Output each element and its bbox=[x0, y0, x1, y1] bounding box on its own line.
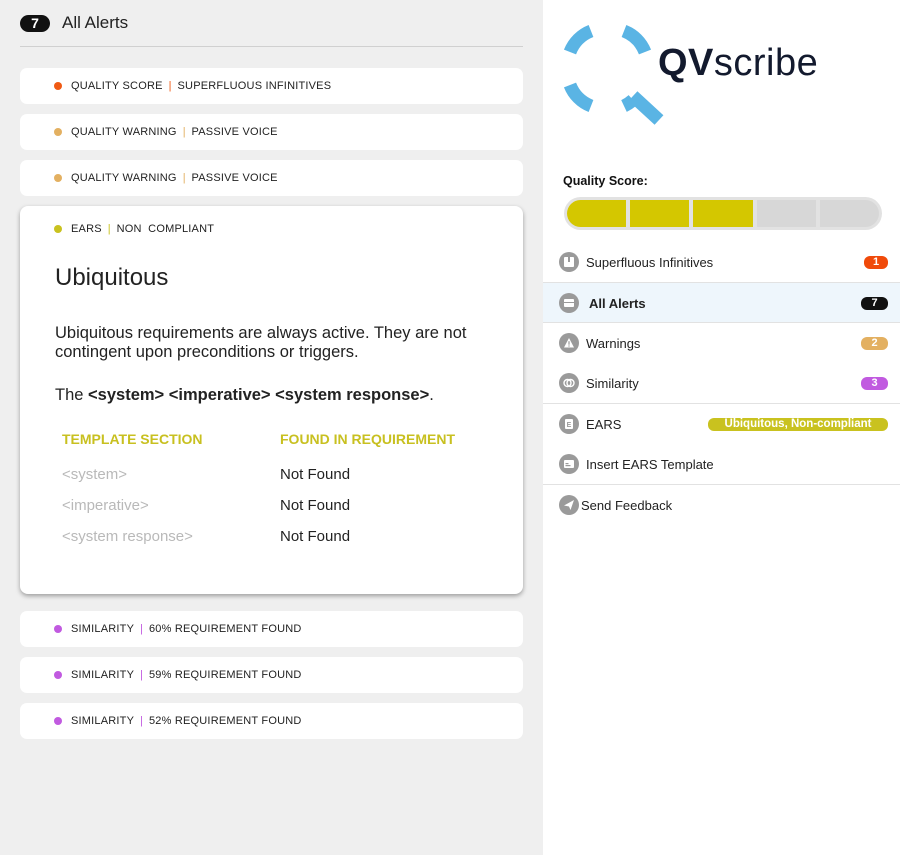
alert-category: QUALITY WARNING bbox=[71, 172, 177, 184]
alert-category: SIMILARITY bbox=[71, 715, 135, 727]
quality-segment-filled bbox=[693, 200, 753, 227]
svg-text:E: E bbox=[567, 422, 572, 429]
alert-detail: 52% REQUIREMENT FOUND bbox=[148, 715, 302, 727]
pattern-prefix: The bbox=[55, 386, 89, 404]
pattern-suffix: . bbox=[429, 386, 434, 404]
alert-card[interactable]: QUALITY WARNING | PASSIVE VOICE bbox=[20, 160, 523, 196]
document-icon bbox=[559, 252, 579, 272]
alert-detail: NON COMPLIANT bbox=[116, 223, 215, 235]
sidebar-item-label: Warnings bbox=[586, 335, 641, 351]
separator: | bbox=[107, 223, 111, 235]
alert-card[interactable]: SIMILARITY | 52% REQUIREMENT FOUND bbox=[20, 703, 523, 739]
inbox-icon bbox=[559, 293, 579, 313]
alert-category: EARS bbox=[71, 223, 102, 235]
similarity-icon bbox=[559, 373, 579, 393]
ears-pattern-template: The <system> <imperative> <system respon… bbox=[55, 386, 434, 405]
count-badge: 2 bbox=[861, 336, 888, 350]
alert-detail: SUPERFLUOUS INFINITIVES bbox=[177, 80, 332, 92]
count-badge: 7 bbox=[861, 296, 888, 310]
template-icon bbox=[559, 454, 579, 474]
alert-category: SIMILARITY bbox=[71, 669, 135, 681]
alert-detail: PASSIVE VOICE bbox=[191, 172, 278, 184]
count-badge: 3 bbox=[861, 376, 888, 390]
sidebar-item-label: Similarity bbox=[586, 375, 639, 391]
severity-dot bbox=[54, 225, 62, 233]
quality-score-label: Quality Score: bbox=[563, 174, 648, 188]
sidebar-item-superfluous-infinitives[interactable]: Superfluous Infinitives 1 bbox=[543, 242, 900, 282]
severity-dot bbox=[54, 671, 62, 679]
ears-icon: E bbox=[559, 414, 579, 434]
alerts-title: All Alerts bbox=[62, 13, 129, 32]
sidebar-item-all-alerts[interactable]: All Alerts 7 bbox=[543, 283, 900, 323]
table-header-found: FOUND IN REQUIREMENT bbox=[280, 431, 455, 447]
alert-detail: 59% REQUIREMENT FOUND bbox=[148, 669, 302, 681]
alert-category: QUALITY SCORE bbox=[71, 80, 163, 92]
quality-segment-empty bbox=[756, 200, 816, 227]
qvscribe-sidebar: QVscribe Quality Score: Superfluous Infi… bbox=[543, 0, 900, 855]
separator: | bbox=[140, 669, 143, 681]
sidebar-item-ears[interactable]: E EARS Ubiquitous, Non-compliant bbox=[543, 404, 900, 444]
alert-detail: PASSIVE VOICE bbox=[191, 126, 278, 138]
template-section-cell: <system response> bbox=[62, 528, 193, 545]
sidebar-item-label: Superfluous Infinitives bbox=[586, 254, 714, 270]
severity-dot bbox=[54, 128, 62, 136]
severity-dot bbox=[54, 625, 62, 633]
send-icon bbox=[559, 495, 579, 515]
sidebar-item-label: Send Feedback bbox=[581, 497, 673, 513]
alert-card[interactable]: SIMILARITY | 60% REQUIREMENT FOUND bbox=[20, 611, 523, 647]
ears-alert-card-expanded[interactable]: EARS | NON COMPLIANT Ubiquitous Ubiquito… bbox=[20, 206, 523, 594]
brand-name: QVscribe bbox=[658, 42, 818, 85]
ears-pattern-title: Ubiquitous bbox=[55, 264, 169, 291]
quality-score-bar bbox=[564, 197, 882, 230]
alert-category: SIMILARITY bbox=[71, 623, 135, 635]
qvscribe-logo-icon bbox=[563, 24, 664, 125]
severity-dot bbox=[54, 717, 62, 725]
separator: | bbox=[140, 715, 143, 727]
ears-status-badge: Ubiquitous, Non-compliant bbox=[708, 417, 888, 431]
separator: | bbox=[168, 80, 172, 92]
template-section-cell: <system> bbox=[62, 466, 128, 483]
sidebar-item-insert-ears-template[interactable]: Insert EARS Template bbox=[543, 444, 900, 484]
alerts-header: 7 All Alerts bbox=[20, 0, 523, 47]
alerts-panel: 7 All Alerts QUALITY SCORE | SUPERFLUOUS… bbox=[0, 0, 543, 855]
sidebar-item-send-feedback[interactable]: Send Feedback bbox=[543, 485, 900, 525]
brand-bold: QV bbox=[658, 42, 714, 84]
sidebar-item-similarity[interactable]: Similarity 3 bbox=[543, 363, 900, 403]
found-cell: Not Found bbox=[280, 466, 351, 483]
severity-dot bbox=[54, 82, 62, 90]
separator: | bbox=[140, 623, 143, 635]
found-cell: Not Found bbox=[280, 497, 351, 514]
ears-pattern-description: Ubiquitous requirements are always activ… bbox=[55, 324, 467, 361]
separator: | bbox=[182, 172, 186, 184]
alert-card[interactable]: QUALITY WARNING | PASSIVE VOICE bbox=[20, 114, 523, 150]
alert-card[interactable]: QUALITY SCORE | SUPERFLUOUS INFINITIVES bbox=[20, 68, 523, 104]
quality-segment-filled bbox=[630, 200, 690, 227]
sidebar-item-warnings[interactable]: Warnings 2 bbox=[543, 323, 900, 363]
table-header-template-section: TEMPLATE SECTION bbox=[62, 431, 203, 447]
count-badge: 1 bbox=[864, 255, 888, 269]
quality-segment-empty bbox=[819, 200, 879, 227]
alert-card[interactable]: SIMILARITY | 59% REQUIREMENT FOUND bbox=[20, 657, 523, 693]
sidebar-item-label: EARS bbox=[586, 416, 622, 432]
sidebar-item-label: Insert EARS Template bbox=[586, 456, 714, 472]
template-section-cell: <imperative> bbox=[62, 497, 149, 514]
ears-card-header: EARS | NON COMPLIANT bbox=[54, 223, 214, 235]
sidebar-item-label: All Alerts bbox=[589, 295, 646, 311]
alert-count-badge: 7 bbox=[20, 14, 50, 32]
alert-detail: 60% REQUIREMENT FOUND bbox=[148, 623, 302, 635]
quality-segment-filled bbox=[567, 200, 627, 227]
separator: | bbox=[182, 126, 186, 138]
warning-icon bbox=[559, 333, 579, 353]
pattern-placeholders: <system> <imperative> <system response> bbox=[88, 386, 430, 404]
alert-category: QUALITY WARNING bbox=[71, 126, 177, 138]
found-cell: Not Found bbox=[280, 528, 351, 545]
severity-dot bbox=[54, 174, 62, 182]
brand-rest: scribe bbox=[713, 42, 819, 84]
